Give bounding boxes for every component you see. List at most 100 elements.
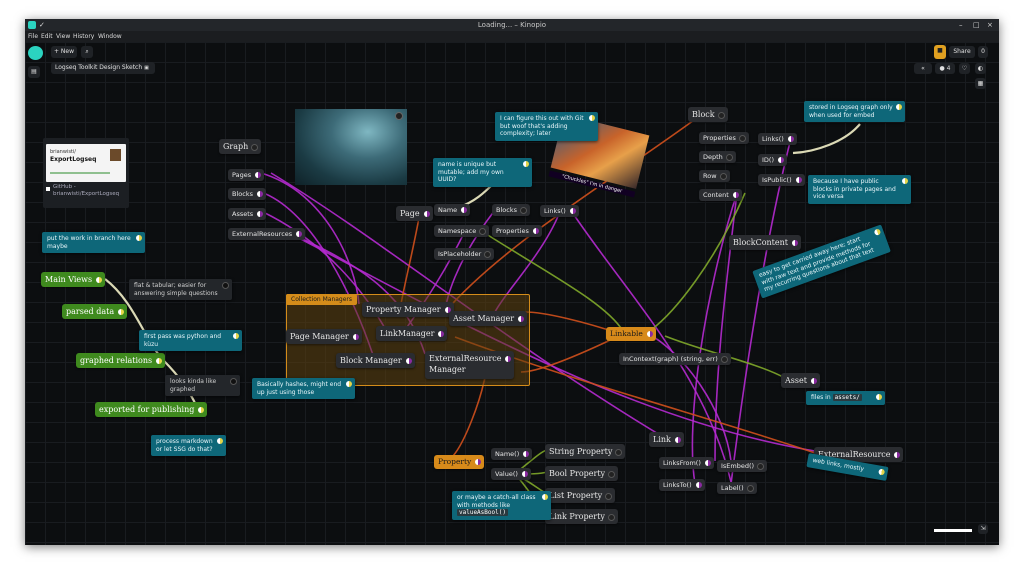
menu-window[interactable]: Window xyxy=(98,31,122,42)
note-flat-tabular[interactable]: flat & tabular; easier for answering sim… xyxy=(129,279,232,300)
card-page-properties[interactable]: Properties xyxy=(492,225,542,237)
theme-icon[interactable]: ◐ xyxy=(975,63,986,74)
card-string-property[interactable]: String Property xyxy=(545,444,626,459)
note-first-pass[interactable]: first pass was python and kùzu xyxy=(139,330,242,351)
note-catch-all[interactable]: or maybe a catch-all class with methods … xyxy=(452,491,551,520)
card-property-manager[interactable]: Property Manager xyxy=(362,302,454,317)
repo-owner: brianwisti/ xyxy=(50,149,76,155)
maximize-button[interactable]: □ xyxy=(973,21,980,29)
card-label[interactable]: Label() xyxy=(717,482,757,494)
card-external-resources[interactable]: ExternalResources xyxy=(228,228,306,240)
card-blocks[interactable]: Blocks xyxy=(228,188,266,200)
card-prop-name[interactable]: Name() xyxy=(491,448,533,460)
card-block-links[interactable]: Links() xyxy=(758,133,797,145)
github-card[interactable]: brianwisti/ ExportLogseq GitHub - brianw… xyxy=(43,138,129,208)
card-list-property[interactable]: List Property xyxy=(545,488,616,503)
menu-bar: File Edit View History Window xyxy=(25,31,999,42)
favorite-icon[interactable]: ♡ xyxy=(959,63,970,74)
card-row[interactable]: Row xyxy=(699,170,730,182)
card-prop-value[interactable]: Value() xyxy=(491,468,531,480)
note-put-work[interactable]: put the work in branch here maybe xyxy=(42,232,145,253)
undo-icon[interactable]: « xyxy=(914,63,932,74)
connection-wire[interactable] xyxy=(400,211,421,305)
note-name-unique[interactable]: name is unique but mutable; add my own U… xyxy=(433,158,532,187)
connection-wire[interactable] xyxy=(452,376,486,457)
box-title[interactable]: Collection Managers xyxy=(286,294,358,305)
repo-name: ExportLogseq xyxy=(50,156,97,163)
card-asset-manager[interactable]: Asset Manager xyxy=(449,311,528,326)
kinopio-logo-button[interactable] xyxy=(28,46,43,60)
note-looks-kinda[interactable]: looks kinda like graphed xyxy=(165,375,240,396)
card-block[interactable]: Block xyxy=(688,107,728,122)
card-link-manager[interactable]: LinkManager xyxy=(376,326,448,341)
github-preview: brianwisti/ ExportLogseq xyxy=(46,144,126,182)
sidebar-icon[interactable]: ▤ xyxy=(28,66,40,78)
menu-edit[interactable]: Edit xyxy=(41,31,53,42)
zoom-icon[interactable]: ⇲ xyxy=(978,524,988,534)
card-name[interactable]: Name xyxy=(434,204,471,216)
note-figure-out[interactable]: I can figure this out with Git but woof … xyxy=(495,112,598,141)
card-id[interactable]: ID() xyxy=(758,154,787,166)
card-asset[interactable]: Asset xyxy=(781,373,820,388)
note-stored-logseq[interactable]: stored in Logseq graph only when used fo… xyxy=(804,101,905,122)
minimize-button[interactable]: – xyxy=(959,21,963,29)
card-links-to[interactable]: LinksTo() xyxy=(659,479,705,491)
user-avatar[interactable]: ■ xyxy=(934,45,946,59)
app-window: ✓ Loading... – Kinopio – □ × File Edit V… xyxy=(25,19,999,545)
card-links-from[interactable]: LinksFrom() xyxy=(659,457,714,469)
card-parsed-data[interactable]: parsed data xyxy=(62,304,128,319)
menu-file[interactable]: File xyxy=(28,31,38,42)
note-text: files in xyxy=(811,394,833,401)
repo-avatar xyxy=(110,149,121,161)
card-connector-icon[interactable] xyxy=(395,112,403,120)
card-is-public[interactable]: IsPublic() xyxy=(758,174,805,186)
card-pages[interactable]: Pages xyxy=(228,169,265,181)
card-link-property[interactable]: Link Property xyxy=(545,509,618,524)
card-page-manager[interactable]: Page Manager xyxy=(286,329,362,344)
note-files-in[interactable]: files in assets/ xyxy=(806,391,885,405)
spiderweb-image[interactable] xyxy=(295,109,407,185)
card-is-embed[interactable]: IsEmbed() xyxy=(717,460,768,472)
card-graph[interactable]: Graph xyxy=(219,139,262,154)
card-in-context[interactable]: InContext(graph) (string, err) xyxy=(619,353,731,365)
note-basically-hashes[interactable]: Basically hashes, might end up just usin… xyxy=(252,378,355,399)
card-line-1: ExternalResource xyxy=(429,354,502,363)
repo-link[interactable]: GitHub - brianwisti/ExportLogseq xyxy=(53,184,123,198)
note-code: assets/ xyxy=(832,394,862,401)
card-link[interactable]: Link xyxy=(649,432,684,447)
card-bool-property[interactable]: Bool Property xyxy=(545,466,619,481)
card-links[interactable]: Links() xyxy=(540,205,579,217)
trash-icon[interactable]: ▦ xyxy=(975,78,986,89)
card-exported-for-publishing[interactable]: exported for publishing xyxy=(95,402,208,417)
card-external-resource-manager[interactable]: ExternalResource Manager xyxy=(425,351,515,379)
minimap-bar[interactable] xyxy=(934,529,972,532)
card-assets[interactable]: Assets xyxy=(228,208,267,220)
space-canvas[interactable]: + New ⌕ ▤ Logseq Toolkit Design Sketch ▣… xyxy=(25,42,999,545)
card-block-manager[interactable]: Block Manager xyxy=(336,353,415,368)
close-button[interactable]: × xyxy=(987,21,993,29)
card-page[interactable]: Page xyxy=(396,206,433,221)
menu-view[interactable]: View xyxy=(56,31,70,42)
card-graphed-relations[interactable]: graphed relations xyxy=(76,353,166,368)
card-block-properties[interactable]: Properties xyxy=(699,132,749,144)
search-icon[interactable]: ⌕ xyxy=(81,46,93,58)
space-name-button[interactable]: Logseq Toolkit Design Sketch ▣ xyxy=(51,62,155,74)
card-namespace[interactable]: Namespace xyxy=(434,225,490,237)
new-space-button[interactable]: + New xyxy=(51,46,77,58)
card-linkable[interactable]: Linkable xyxy=(606,327,656,341)
card-content[interactable]: Content xyxy=(699,189,742,201)
collaborators-button[interactable]: ● 4 xyxy=(935,63,955,74)
card-property[interactable]: Property xyxy=(434,455,485,469)
connection-wire[interactable] xyxy=(792,123,861,155)
share-button[interactable]: Share xyxy=(949,46,975,58)
note-process-markdown[interactable]: process markdown or let SSG do that? xyxy=(151,435,226,456)
card-page-blocks[interactable]: Blocks xyxy=(492,204,530,216)
card-is-placeholder[interactable]: IsPlaceholder xyxy=(434,248,495,260)
note-public-blocks[interactable]: Because I have public blocks in private … xyxy=(808,175,911,204)
card-depth[interactable]: Depth xyxy=(699,151,736,163)
menu-history[interactable]: History xyxy=(73,31,94,42)
card-line-2: Manager xyxy=(429,365,466,374)
window-title: Loading... – Kinopio xyxy=(477,21,547,29)
card-block-content[interactable]: BlockContent xyxy=(729,235,801,250)
card-main-views[interactable]: Main Views xyxy=(41,272,106,287)
